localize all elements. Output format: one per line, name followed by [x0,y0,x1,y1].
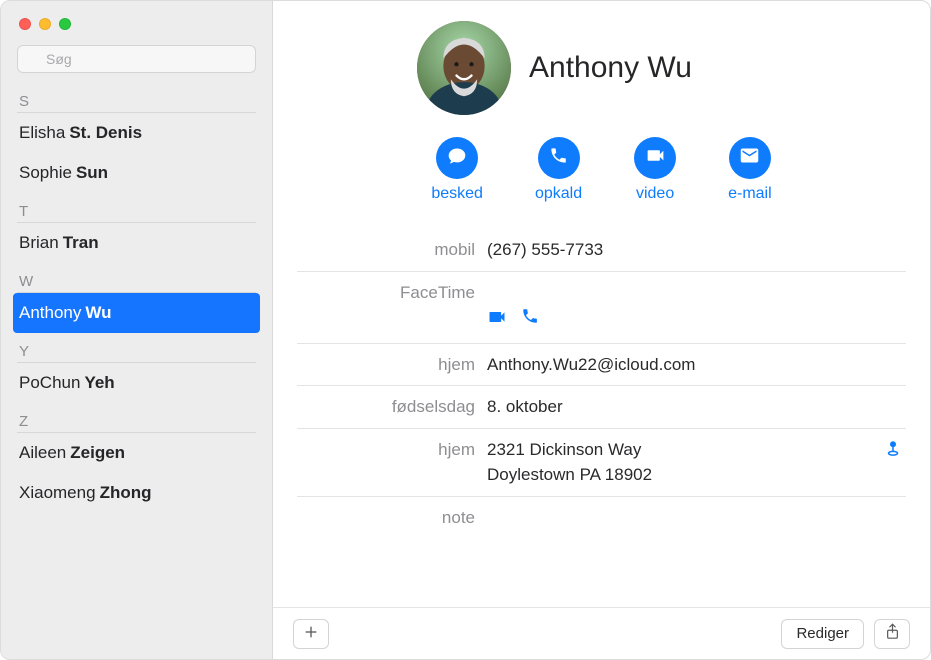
contact-detail-panel: Anthony Wu besked opkald [273,1,930,659]
contact-row[interactable]: AileenZeigen [17,433,256,473]
window-controls [1,1,272,41]
map-pin-icon[interactable] [884,439,902,462]
phone-icon [549,146,568,170]
contact-name: Anthony Wu [529,51,692,85]
contact-last-name: Sun [76,163,108,183]
home-email-value: Anthony.Wu22@icloud.com [487,352,906,378]
contact-row[interactable]: PoChunYeh [17,363,256,403]
contact-row[interactable]: AnthonyWu [13,293,260,333]
mobile-field[interactable]: mobil (267) 555-7733 [297,229,906,271]
home-email-label: hjem [297,352,487,378]
contact-first-name: Brian [19,233,59,253]
edit-button[interactable]: Rediger [781,619,864,649]
sidebar: SElishaSt. DenisSophieSunTBrianTranWAnth… [1,1,273,659]
facetime-video-icon[interactable] [487,282,507,335]
contact-last-name: Yeh [84,373,114,393]
facetime-field[interactable]: FaceTime [297,271,906,343]
contact-first-name: Elisha [19,123,65,143]
add-button[interactable] [293,619,329,649]
plus-icon [303,624,319,644]
contact-first-name: Aileen [19,443,66,463]
mail-icon [739,145,760,171]
contact-row[interactable]: SophieSun [17,153,256,193]
section-header: Z [17,407,256,433]
contact-last-name: Tran [63,233,99,253]
note-field[interactable]: note [297,496,906,539]
contact-row[interactable]: BrianTran [17,223,256,263]
search-input[interactable] [17,45,256,73]
detail-footer: Rediger [273,607,930,659]
contact-list[interactable]: SElishaSt. DenisSophieSunTBrianTranWAnth… [1,83,272,659]
section-header: S [17,87,256,113]
contact-first-name: Sophie [19,163,72,183]
contact-last-name: St. Denis [69,123,142,143]
message-icon [447,146,467,171]
facetime-label: FaceTime [297,280,487,306]
edit-label: Rediger [796,625,849,642]
note-label: note [297,505,487,531]
facetime-audio-icon[interactable] [521,282,539,335]
email-label: e-mail [728,185,772,203]
contact-first-name: Xiaomeng [19,483,96,503]
mobile-label: mobil [297,237,487,263]
contact-last-name: Zeigen [70,443,125,463]
message-button[interactable]: besked [431,137,483,203]
contact-first-name: Anthony [19,303,81,323]
birthday-value: 8. oktober [487,394,906,420]
call-label: opkald [535,185,582,203]
email-button[interactable]: e-mail [728,137,772,203]
video-label: video [636,185,674,203]
contact-row[interactable]: XiaomengZhong [17,473,256,513]
video-icon [645,145,666,171]
contact-first-name: PoChun [19,373,80,393]
close-window-button[interactable] [19,18,31,30]
birthday-label: fødselsdag [297,394,487,420]
share-icon [885,623,900,644]
quick-actions: besked opkald video [297,137,906,203]
share-button[interactable] [874,619,910,649]
birthday-field[interactable]: fødselsdag 8. oktober [297,385,906,428]
minimize-window-button[interactable] [39,18,51,30]
contacts-window: SElishaSt. DenisSophieSunTBrianTranWAnth… [0,0,931,660]
section-header: Y [17,337,256,363]
avatar[interactable] [417,21,511,115]
mobile-value: (267) 555-7733 [487,237,906,263]
video-button[interactable]: video [634,137,676,203]
call-button[interactable]: opkald [535,137,582,203]
message-label: besked [431,185,483,203]
section-header: T [17,197,256,223]
section-header: W [17,267,256,293]
contact-last-name: Zhong [100,483,152,503]
fullscreen-window-button[interactable] [59,18,71,30]
contact-fields: mobil (267) 555-7733 FaceTime [297,229,906,538]
contact-row[interactable]: ElishaSt. Denis [17,113,256,153]
contact-last-name: Wu [85,303,111,323]
home-address-field[interactable]: hjem 2321 Dickinson Way Doylestown PA 18… [297,428,906,496]
home-email-field[interactable]: hjem Anthony.Wu22@icloud.com [297,343,906,386]
home-address-value: 2321 Dickinson Way Doylestown PA 18902 [487,437,906,488]
home-address-label: hjem [297,437,487,463]
